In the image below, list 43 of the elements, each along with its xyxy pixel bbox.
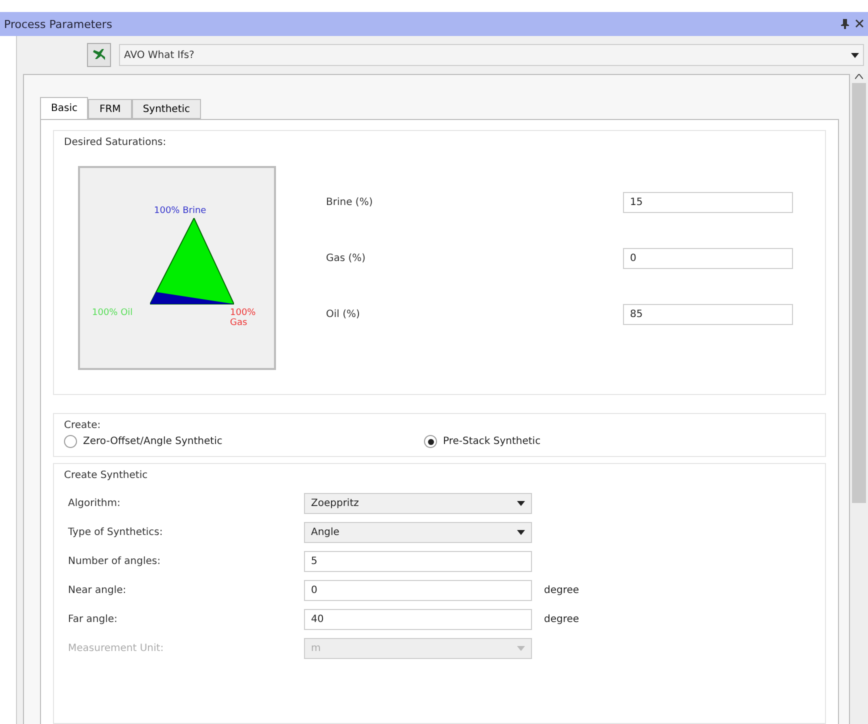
caret-icon <box>517 501 525 506</box>
tab[interactable]: Synthetic <box>132 99 202 119</box>
field-label: Brine (%) <box>326 197 373 208</box>
caret-icon <box>517 646 525 651</box>
input-field[interactable]: 15 <box>623 192 793 213</box>
field-label: Measurement Unit: <box>68 643 165 654</box>
group-title: Desired Saturations: <box>64 137 168 148</box>
unit-label: degree <box>544 614 580 625</box>
radio-button[interactable] <box>64 435 77 448</box>
input-field[interactable]: 5 <box>304 551 532 572</box>
pin-icon[interactable] <box>841 19 849 29</box>
plane-icon-button[interactable] <box>87 43 111 67</box>
field-label: Algorithm: <box>68 498 122 509</box>
scroll-up-icon[interactable] <box>855 74 863 79</box>
process-dropdown[interactable]: AVO What Ifs? <box>119 44 864 66</box>
caret-icon <box>517 530 525 535</box>
gas-vertex-label: 100% Gas <box>230 308 257 328</box>
brine-vertex-label: 100% Brine <box>154 206 206 216</box>
window-title: Process Parameters <box>4 18 112 30</box>
dropdown[interactable]: Zoeppritz <box>304 493 532 514</box>
group-title: Create: <box>64 420 102 431</box>
tab[interactable]: FRM <box>88 99 132 119</box>
tab[interactable]: Basic <box>40 97 88 119</box>
field-label: Near angle: <box>68 585 128 596</box>
field-label: Gas (%) <box>326 253 366 264</box>
radio-button[interactable] <box>424 435 437 448</box>
input-field[interactable]: 0 <box>304 580 532 601</box>
field-label: Oil (%) <box>326 309 360 320</box>
plane-icon <box>92 48 106 62</box>
group-title: Create Synthetic <box>64 470 149 481</box>
oil-vertex-label: 100% Oil <box>92 308 133 318</box>
field-label: Type of Synthetics: <box>68 527 164 538</box>
field-label: Far angle: <box>68 614 118 625</box>
radio-option[interactable]: Zero-Offset/Angle Synthetic <box>64 435 424 448</box>
input-field[interactable]: 0 <box>623 248 793 269</box>
field-label: Number of angles: <box>68 556 162 567</box>
radio-option[interactable]: Pre-Stack Synthetic <box>424 435 784 448</box>
dropdown[interactable]: Angle <box>304 522 532 543</box>
unit-label: degree <box>544 585 580 596</box>
input-field[interactable]: 40 <box>304 609 532 630</box>
input-field[interactable]: 85 <box>623 304 793 325</box>
close-icon[interactable] <box>855 19 864 28</box>
caret-icon <box>851 52 859 58</box>
